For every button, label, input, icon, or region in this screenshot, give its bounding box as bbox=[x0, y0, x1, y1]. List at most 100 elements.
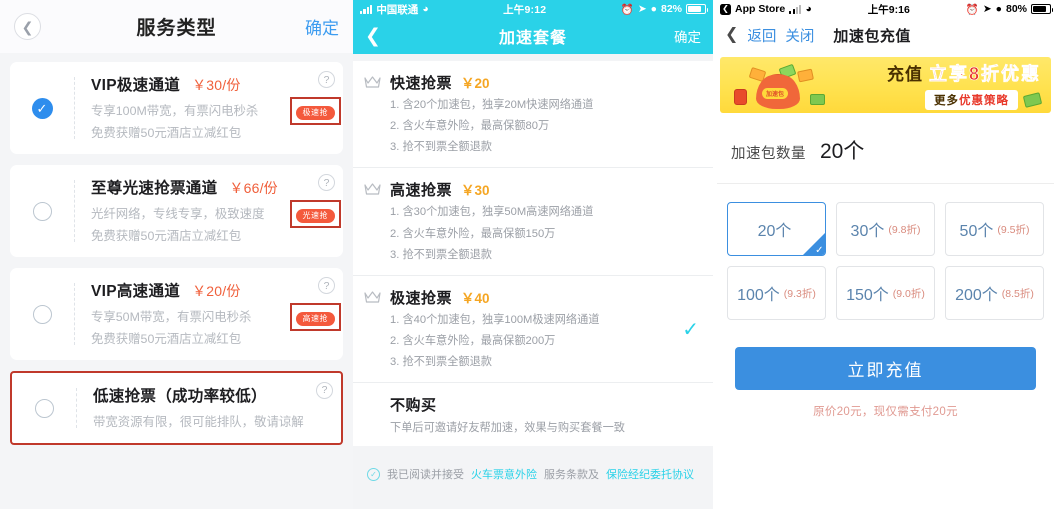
package-feature: 1. 含40个加速包，独享100M极速网络通道 bbox=[390, 313, 600, 326]
pill-emphasis: 优惠策略 bbox=[959, 95, 1009, 107]
radio-cell[interactable] bbox=[10, 304, 74, 324]
confirm-button[interactable]: 确定 bbox=[674, 26, 701, 46]
help-icon[interactable]: ? bbox=[316, 381, 333, 399]
panel3-status-bar: ❮ App Store ◕ 上午9:16 ⏰ ➤ ● 80% bbox=[713, 0, 1058, 18]
package-price: ￥20 bbox=[461, 76, 490, 91]
pill-prefix: 更多 bbox=[934, 95, 959, 107]
recharge-now-button[interactable]: 立即充值 bbox=[735, 347, 1036, 390]
back-button[interactable]: 返回 bbox=[747, 25, 776, 46]
option-price: ￥66/份 bbox=[229, 180, 278, 197]
quantity-label: 加速包数量 bbox=[731, 146, 806, 162]
cash-icon bbox=[1022, 92, 1043, 108]
option-discount: (9.3折) bbox=[783, 287, 816, 300]
signal-icon bbox=[789, 4, 802, 14]
coin-icon bbox=[797, 68, 814, 83]
banner-pill[interactable]: 更多优惠策略 bbox=[925, 90, 1018, 110]
banner-word-1: 充值 bbox=[886, 65, 923, 84]
option-count: 50个 bbox=[959, 223, 994, 240]
agreement-check-icon[interactable]: ✓ bbox=[367, 467, 380, 481]
option-discount: (8.5折) bbox=[1001, 287, 1034, 300]
alarm-icon: ⏰ bbox=[965, 3, 979, 16]
bluetooth-icon: ● bbox=[650, 3, 657, 15]
radio-selected-icon[interactable] bbox=[31, 97, 53, 119]
status-time: 上午9:12 bbox=[503, 3, 547, 16]
quantity-option-30[interactable]: 30个 (9.8折) bbox=[836, 202, 935, 256]
service-option-row-highlighted[interactable]: 低速抢票（成功率较低） 带宽资源有限，很可能排队，敬请谅解 ? bbox=[10, 371, 343, 445]
quantity-option-150[interactable]: 150个 (9.0折) bbox=[836, 266, 935, 320]
badge-highlight-box: 高速抢 bbox=[289, 303, 341, 332]
bluetooth-icon: ● bbox=[995, 3, 1002, 15]
package-row[interactable]: 高速抢票 ￥30 1. 含30个加速包，独享50M高速网络通道 2. 含火车意外… bbox=[353, 167, 713, 274]
package-name: 快速抢票 bbox=[390, 75, 453, 92]
page-title: 服务类型 bbox=[136, 18, 217, 39]
quantity-option-20[interactable]: 20个 ✓ bbox=[727, 202, 826, 256]
speed-badge: 光速抢 bbox=[295, 209, 335, 224]
battery-percent: 80% bbox=[1005, 3, 1027, 15]
status-time: 上午9:16 bbox=[867, 3, 910, 16]
package-feature: 2. 含火车意外险，最高保额150万 bbox=[390, 227, 556, 240]
close-button[interactable]: 关闭 bbox=[785, 25, 814, 46]
radio-cell[interactable] bbox=[12, 398, 76, 418]
option-desc-2: 免费获赠50元酒店立减红包 bbox=[91, 228, 242, 243]
money-bag-illustration: 加速包 bbox=[720, 57, 842, 113]
radio-unselected-icon[interactable] bbox=[32, 304, 52, 324]
chevron-left-icon[interactable]: ❮ bbox=[725, 27, 738, 43]
crown-icon bbox=[364, 179, 390, 263]
battery-icon bbox=[1031, 4, 1053, 14]
alarm-icon: ⏰ bbox=[620, 3, 634, 16]
package-feature: 2. 含火车意外险，最高保额80万 bbox=[390, 120, 550, 133]
banner-text: 充值 立享8折优惠 更多优惠策略 bbox=[842, 60, 1051, 110]
back-icon[interactable]: ❮ bbox=[365, 27, 381, 46]
signal-icon bbox=[360, 4, 373, 14]
service-option-content: 至尊光速抢票通道 ￥66/份 光纤网络，专线专享，极致速度 免费获赠50元酒店立… bbox=[75, 174, 343, 245]
option-count: 30个 bbox=[850, 223, 885, 240]
agreement-link-insurance[interactable]: 火车票意外险 bbox=[471, 466, 537, 482]
quantity-option-grid: 20个 ✓ 30个 (9.8折) 50个 (9.5折) 100个 (9.3折) … bbox=[713, 184, 1058, 320]
option-discount: (9.8折) bbox=[888, 223, 921, 236]
package-row-selected[interactable]: 极速抢票 ￥40 1. 含40个加速包，独享100M极速网络通道 2. 含火车意… bbox=[353, 274, 713, 382]
service-option-row[interactable]: 至尊光速抢票通道 ￥66/份 光纤网络，专线专享，极致速度 免费获赠50元酒店立… bbox=[10, 165, 343, 257]
radio-unselected-icon[interactable] bbox=[32, 201, 52, 221]
quantity-summary: 加速包数量 20个 bbox=[717, 113, 1054, 184]
radio-unselected-icon[interactable] bbox=[34, 398, 54, 418]
quantity-option-100[interactable]: 100个 (9.3折) bbox=[727, 266, 826, 320]
coin-icon bbox=[734, 89, 747, 105]
radio-cell[interactable] bbox=[10, 201, 74, 221]
app-store-back-icon[interactable]: ❮ bbox=[720, 3, 731, 15]
speed-badge: 极速抢 bbox=[295, 106, 335, 121]
radio-cell[interactable] bbox=[10, 97, 74, 119]
crown-icon bbox=[364, 72, 390, 156]
panel1-navbar: ❮ 服务类型 确定 bbox=[0, 0, 353, 53]
package-feature: 2. 含火车意外险，最高保额200万 bbox=[390, 334, 556, 347]
panel2-navbar: ❮ 加速套餐 确定 bbox=[353, 18, 713, 54]
page-title: 加速套餐 bbox=[498, 30, 567, 47]
option-name: 至尊光速抢票通道 bbox=[91, 180, 218, 198]
selected-check-icon: ✓ bbox=[682, 318, 699, 341]
agreement-link-broker[interactable]: 保险经纪委托协议 bbox=[606, 466, 694, 482]
quantity-value: 20个 bbox=[820, 140, 865, 163]
package-name: 极速抢票 bbox=[390, 289, 453, 307]
agreement-row[interactable]: ✓ 我已阅读并接受 火车票意外险 服务条款及 保险经纪委托协议 bbox=[353, 454, 713, 495]
panel-service-type: ❮ 服务类型 确定 VIP极速通道 ￥30/份 专享100M带宽，有票闪电秒杀 … bbox=[0, 0, 353, 509]
panel3-navbar: ❮ 返回 关闭 加速包充值 bbox=[713, 18, 1058, 52]
package-feature: 3. 抢不到票全额退款 bbox=[390, 248, 492, 261]
quantity-option-50[interactable]: 50个 (9.5折) bbox=[945, 202, 1044, 256]
back-icon[interactable]: ❮ bbox=[14, 13, 41, 40]
carrier-label: 中国联通 bbox=[376, 3, 419, 16]
quantity-option-200[interactable]: 200个 (8.5折) bbox=[945, 266, 1044, 320]
package-row[interactable]: 快速抢票 ￥20 1. 含20个加速包，独享20M快速网络通道 2. 含火车意外… bbox=[353, 61, 713, 167]
price-note: 原价20元，现仅需支付20元 bbox=[813, 406, 958, 418]
promo-banner[interactable]: 加速包 充值 立享8折优惠 更多优惠策略 bbox=[720, 57, 1051, 113]
package-feature: 3. 抢不到票全额退款 bbox=[390, 356, 492, 369]
coin-icon bbox=[810, 94, 825, 105]
package-price: ￥30 bbox=[461, 183, 490, 199]
package-row-no-buy[interactable]: 不购买 下单后可邀请好友帮加速，效果与购买套餐一致 bbox=[353, 382, 713, 446]
service-option-row[interactable]: VIP极速通道 ￥30/份 专享100M带宽，有票闪电秒杀 免费获赠50元酒店立… bbox=[10, 62, 343, 154]
confirm-button[interactable]: 确定 bbox=[305, 14, 339, 39]
service-option-row[interactable]: VIP高速通道 ￥20/份 专享50M带宽，有票闪电秒杀 免费获赠50元酒店立减… bbox=[10, 268, 343, 360]
option-name: VIP极速通道 bbox=[91, 77, 181, 95]
option-count: 200个 bbox=[955, 287, 998, 304]
crown-icon bbox=[364, 287, 390, 371]
option-count: 20个 bbox=[757, 223, 792, 240]
badge-highlight-box: 光速抢 bbox=[289, 200, 341, 229]
